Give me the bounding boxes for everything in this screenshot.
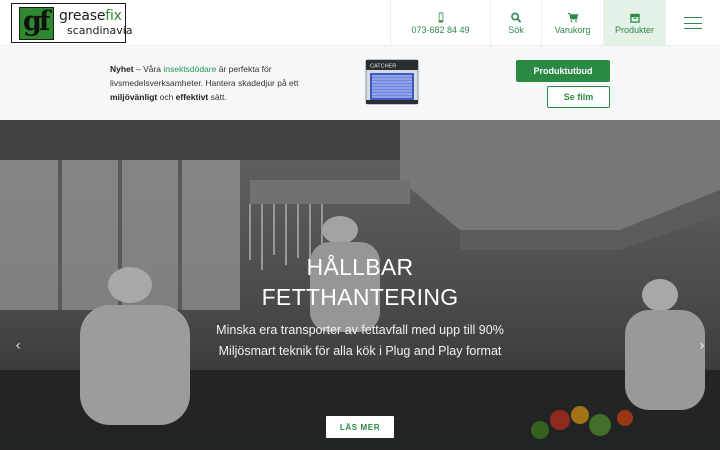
search-icon: [511, 12, 522, 23]
hero-subtitle: Minska era transporter av fettavfall med…: [210, 320, 510, 362]
hero-subtitle-line2: Miljösmart teknik för alla kök i Plug an…: [218, 344, 502, 358]
nav-products[interactable]: Produkter: [603, 0, 665, 46]
hamburger-menu-icon: [684, 17, 702, 29]
nav-phone[interactable]: 073-682 84 49: [390, 0, 490, 46]
greasefix-logo[interactable]: gf greasefix scandinavia: [11, 3, 133, 43]
promo-dash: – Våra: [133, 64, 164, 74]
promo-lead: Nyhet: [110, 64, 134, 74]
phone-icon: [438, 11, 443, 23]
hero-slider: HÅLLBAR FETTHANTERING Minska era transpo…: [0, 120, 720, 450]
logo-word-grease: grease: [59, 8, 106, 24]
promo-text-part2: sätt.: [208, 92, 227, 102]
nav-search[interactable]: Sök: [490, 0, 541, 46]
logo-mark-text: gf: [23, 6, 50, 37]
site-header: gf greasefix scandinavia 073-682 84 49 S…: [0, 0, 720, 46]
promo-text: Nyhet – Våra insektsdödare är perfekta f…: [110, 62, 310, 104]
promo-bold-eco: miljövänligt: [110, 92, 158, 102]
insect-killer-product-image: CATCHER: [365, 59, 419, 105]
nav-products-label: Produkter: [614, 24, 655, 35]
logo-mark: gf: [19, 6, 54, 40]
nav-phone-label: 073-682 84 49: [411, 24, 470, 35]
watch-film-button[interactable]: Se film: [547, 86, 610, 108]
logo-wordmark: greasefix: [59, 8, 122, 24]
logo-word-fix: fix: [105, 8, 122, 24]
hero-title-line2: FETTHANTERING: [261, 284, 459, 310]
slider-prev-arrow-icon[interactable]: ‹: [10, 335, 26, 357]
logo-word-region: scandinavia: [67, 24, 133, 37]
nav-cart-label: Varukorg: [554, 24, 591, 35]
products-range-button[interactable]: Produktutbud: [516, 60, 610, 82]
slider-next-arrow-icon[interactable]: ›: [694, 335, 710, 357]
promo-and: och: [157, 92, 176, 102]
cart-icon: [567, 12, 578, 22]
hero-subtitle-line1: Minska era transporter av fettavfall med…: [216, 323, 504, 337]
product-image-label: CATCHER: [370, 64, 396, 70]
promo-banner: Nyhet – Våra insektsdödare är perfekta f…: [0, 46, 720, 120]
nav-menu-toggle[interactable]: [665, 0, 720, 46]
nav-cart[interactable]: Varukorg: [541, 0, 603, 46]
hero-title-line1: HÅLLBAR: [306, 254, 414, 280]
promo-bold-effective: effektivt: [175, 92, 209, 102]
promo-insect-link[interactable]: insektsdödare: [163, 64, 216, 74]
read-more-button[interactable]: LÄS MER: [326, 416, 394, 438]
nav-search-label: Sök: [508, 24, 524, 35]
products-box-icon: [629, 13, 640, 23]
hero-title: HÅLLBAR FETTHANTERING: [200, 252, 520, 312]
